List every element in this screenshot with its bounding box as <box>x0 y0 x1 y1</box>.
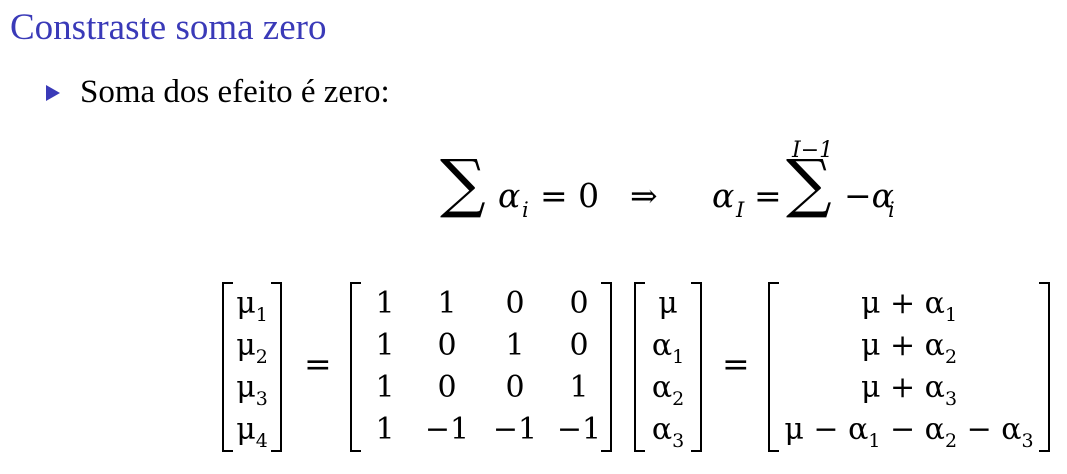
mu-vector-entry: μ4 <box>236 412 268 452</box>
result-vector: μ + α1 μ + α2 μ + α3 μ − α1 − α2 − α3 <box>768 282 1050 452</box>
mu-vector-entry: μ3 <box>236 370 268 410</box>
rhs-term-subscript: i <box>888 198 895 222</box>
mu-vector-entry: μ2 <box>236 328 268 368</box>
rhs-alpha: α <box>712 176 735 215</box>
parameter-vector-entry: α3 <box>651 412 685 452</box>
parameter-vector-entry: μ <box>658 286 678 321</box>
design-matrix-cell: −1 <box>492 412 538 447</box>
design-matrix-cell: 0 <box>569 286 589 321</box>
result-vector-entry: μ + α1 <box>860 286 958 326</box>
lhs-subscript: i <box>522 198 529 222</box>
design-matrix-cell: 0 <box>437 370 457 405</box>
design-matrix-cell: 1 <box>375 370 395 405</box>
parameter-vector: μ α1 α2 α3 <box>634 282 702 452</box>
design-matrix-cell: 1 <box>505 328 525 363</box>
result-vector-entry: μ − α1 − α2 − α3 <box>784 412 1034 452</box>
equals-sign-2: = <box>722 344 750 383</box>
equals-sign-1: = <box>304 344 332 383</box>
sum-constraint-equation: ∑ α i = 0 ⇒ α I = I−1 ∑ −α i <box>440 138 920 248</box>
design-matrix: 1 1 0 0 1 0 1 0 1 0 0 1 1 −1 −1 −1 <box>350 282 612 452</box>
mu-vector-entry: μ1 <box>236 286 268 326</box>
result-vector-entry: μ + α3 <box>860 370 958 410</box>
lhs-alpha: α <box>498 176 521 215</box>
triangle-bullet-icon <box>46 84 60 101</box>
design-matrix-cell: 0 <box>569 328 589 363</box>
rhs-sum-symbol: ∑ <box>786 147 832 221</box>
lhs-equals-zero: = 0 <box>540 176 600 215</box>
design-matrix-cell: 0 <box>505 370 525 405</box>
design-matrix-cell: 1 <box>437 286 457 321</box>
design-matrix-cell: 1 <box>569 370 589 405</box>
design-matrix-cell: 1 <box>375 328 395 363</box>
mu-vector: μ1 μ2 μ3 μ4 <box>222 282 282 452</box>
parameter-vector-entry: α2 <box>651 370 685 410</box>
rhs-subscript: I <box>736 198 745 222</box>
matrix-equation: μ1 μ2 μ3 μ4 = 1 1 0 0 1 0 1 0 1 0 0 1 1 −1 −1 −1 μ α1 α2 α3 =… <box>220 282 1060 462</box>
design-matrix-cell: 1 <box>375 286 395 321</box>
slide-title: Constraste soma zero <box>10 7 327 48</box>
implies-symbol: ⇒ <box>630 176 658 215</box>
rhs-equals: = <box>754 176 782 215</box>
design-matrix-cell: 0 <box>437 328 457 363</box>
bullet-text: Soma dos efeito é zero: <box>80 74 390 110</box>
design-matrix-cell: −1 <box>556 412 602 447</box>
sum-symbol: ∑ <box>440 147 486 221</box>
rhs-term: −α <box>844 176 894 215</box>
parameter-vector-entry: α1 <box>651 328 685 368</box>
design-matrix-cell: 0 <box>505 286 525 321</box>
design-matrix-cell: 1 <box>375 412 395 447</box>
bullet-item: Soma dos efeito é zero: <box>46 74 390 111</box>
design-matrix-cell: −1 <box>424 412 470 447</box>
result-vector-entry: μ + α2 <box>860 328 958 368</box>
